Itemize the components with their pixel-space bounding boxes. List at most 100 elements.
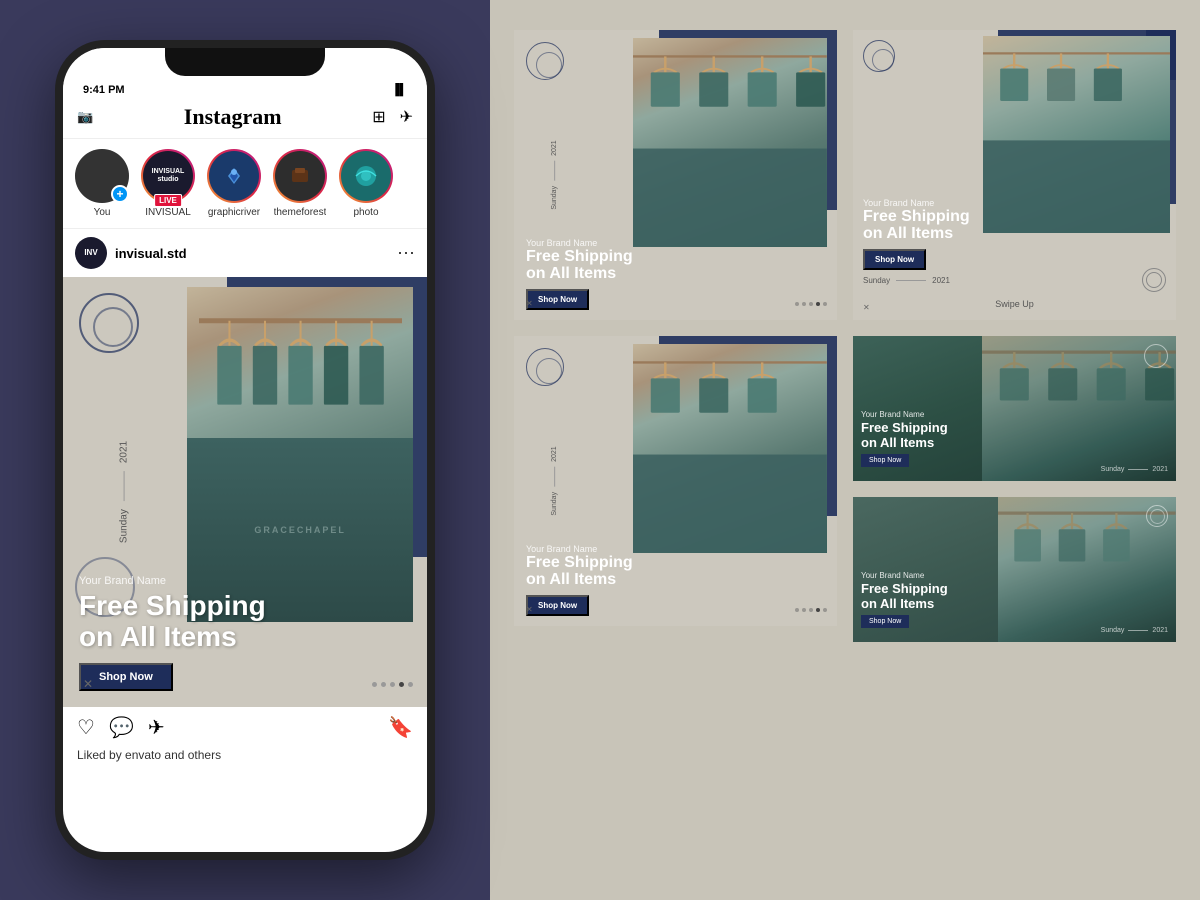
land1-sunday: Sunday <box>1101 466 1125 473</box>
story-avatar-photo <box>339 149 393 203</box>
post-headline-1: Free Shipping <box>79 591 411 622</box>
card3-dots <box>795 608 827 612</box>
hangers-container <box>199 304 402 438</box>
card2-circle-end <box>1142 268 1166 292</box>
card2-year: 2021 <box>932 276 950 285</box>
bookmark-icon[interactable]: 🔖 <box>388 715 413 740</box>
land2-headline1: Free Shipping <box>861 582 1031 596</box>
template-post-card: Sunday 2021 Your Brand Name Free Shippin… <box>514 30 837 320</box>
dot-2 <box>381 682 386 687</box>
land2-headline2: on All Items <box>861 597 1031 611</box>
post-dots <box>372 682 413 687</box>
story-label-themeforest: themeforest <box>274 207 327 218</box>
story-item-graphicriver[interactable]: graphicriver <box>207 149 261 218</box>
template-landscape-dark-1: Your Brand Name Free Shipping on All Ite… <box>853 336 1176 481</box>
post-username: invisual.std <box>115 246 187 261</box>
card1-side-line <box>554 161 555 181</box>
ig-logo: Instagram <box>184 104 282 130</box>
card3-sunday: Sunday <box>551 492 558 516</box>
post-shop-button[interactable]: Shop Now <box>79 663 173 691</box>
phone-screen: 9:41 PM ▐▌ 📷 Instagram ⊞ ✈ + <box>63 48 427 852</box>
ig-header-icons: ⊞ ✈ <box>372 107 413 127</box>
dot-3 <box>390 682 395 687</box>
land2-year: 2021 <box>1152 627 1168 634</box>
card1-side-text: Sunday 2021 <box>551 140 558 209</box>
right-panel: Sunday 2021 Your Brand Name Free Shippin… <box>490 0 1200 900</box>
phone-mockup: 9:41 PM ▐▌ 📷 Instagram ⊞ ✈ + <box>55 40 435 860</box>
camera-icon[interactable]: 📷 <box>77 109 93 125</box>
card2-brand: Your Brand Name <box>863 198 1166 208</box>
story-item-you[interactable]: + You <box>75 149 129 218</box>
post-card: GRACECHAPEL Sunday 2021 Your Brand Name <box>63 277 427 707</box>
post-headline-2: on All Items <box>79 622 411 653</box>
card3-shop-button[interactable]: Shop Now <box>526 595 589 616</box>
dot-4 <box>399 682 404 687</box>
card1-text: Your Brand Name Free Shipping on All Ite… <box>514 228 837 320</box>
reels-icon[interactable]: ⊞ <box>372 107 385 127</box>
card3-clothes <box>633 344 827 553</box>
post-x-mark: ✕ <box>83 677 93 691</box>
card2-shop-button[interactable]: Shop Now <box>863 249 926 270</box>
card3-line <box>554 467 555 487</box>
land1-line <box>1128 469 1148 470</box>
ig-actions: ♡ 💬 ✈ 🔖 <box>63 707 427 748</box>
battery-icon: ▐▌ <box>391 84 407 96</box>
post-side-line <box>124 471 125 501</box>
story-add-btn[interactable]: + <box>111 185 129 203</box>
share-icon[interactable]: ✈ <box>148 715 165 740</box>
card1-headline2: on All Items <box>526 265 825 283</box>
card2-sun-line <box>896 280 926 281</box>
c1d4 <box>816 302 820 306</box>
template-post-card-2: Sunday 2021 Your Brand Name Free Shippin… <box>514 336 837 626</box>
comment-icon[interactable]: 💬 <box>109 715 134 740</box>
story-item-invisual[interactable]: INVISUALstudio LIVE INVISUAL <box>141 149 195 218</box>
card3-year: 2021 <box>551 446 558 462</box>
land1-text: Your Brand Name Free Shipping on All Ite… <box>861 344 1031 473</box>
post-header: INV invisual.std ⋯ <box>63 229 427 277</box>
card1-brand: Your Brand Name <box>526 238 825 248</box>
land2-brand: Your Brand Name <box>861 571 1031 580</box>
c1d1 <box>795 302 799 306</box>
circle-inner <box>93 307 133 347</box>
phone-notch <box>165 48 325 76</box>
land1-bottom-right: Sunday 2021 <box>1101 466 1168 473</box>
c1d5 <box>823 302 827 306</box>
post-sunday: Sunday <box>119 509 130 543</box>
card2-headline1: Free Shipping <box>863 208 1166 226</box>
story-avatar-invisual: INVISUALstudio LIVE <box>141 149 195 203</box>
land2-sunday: Sunday <box>1101 627 1125 634</box>
land1-circle <box>1144 344 1168 368</box>
card2-sunday-row: Sunday 2021 <box>863 268 1166 292</box>
card2-circle2 <box>872 49 894 71</box>
story-item-photo[interactable]: photo <box>339 149 393 218</box>
ig-stories: + You INVISUALstudio LIVE INVISUAL <box>63 139 427 229</box>
card2-circle-inner-end <box>1146 272 1162 288</box>
card2-swipe-up: Swipe Up <box>995 299 1034 309</box>
land2-circle-inner <box>1150 509 1165 524</box>
card1-headline1: Free Shipping <box>526 248 825 266</box>
dot-5 <box>408 682 413 687</box>
card1-shop-button[interactable]: Shop Now <box>526 289 589 310</box>
story-label-you: You <box>94 207 111 218</box>
card1-year: 2021 <box>551 140 558 156</box>
post-user: INV invisual.std <box>75 237 187 269</box>
story-item-themeforest[interactable]: themeforest <box>273 149 327 218</box>
heart-icon[interactable]: ♡ <box>77 715 95 740</box>
card1-dots <box>795 302 827 306</box>
land1-shop-button[interactable]: Shop Now <box>861 454 909 467</box>
post-more-icon[interactable]: ⋯ <box>397 243 415 264</box>
card3-text: Your Brand Name Free Shipping on All Ite… <box>514 534 837 626</box>
card3-side-text: Sunday 2021 <box>551 446 558 515</box>
card2-headline2: on All Items <box>863 225 1166 243</box>
card1-clothes <box>633 38 827 247</box>
dot-1 <box>372 682 377 687</box>
post-brand-name: Your Brand Name <box>79 575 411 587</box>
ig-header: 📷 Instagram ⊞ ✈ <box>63 100 427 139</box>
card2-swipe-area: Swipe Up <box>853 294 1176 312</box>
land1-year: 2021 <box>1152 466 1168 473</box>
card3-circle2 <box>536 358 562 384</box>
story-label-invisual: INVISUAL <box>145 207 191 218</box>
dm-icon[interactable]: ✈ <box>400 107 413 127</box>
card3-headline1: Free Shipping <box>526 554 825 572</box>
land2-shop-button[interactable]: Shop Now <box>861 615 909 628</box>
